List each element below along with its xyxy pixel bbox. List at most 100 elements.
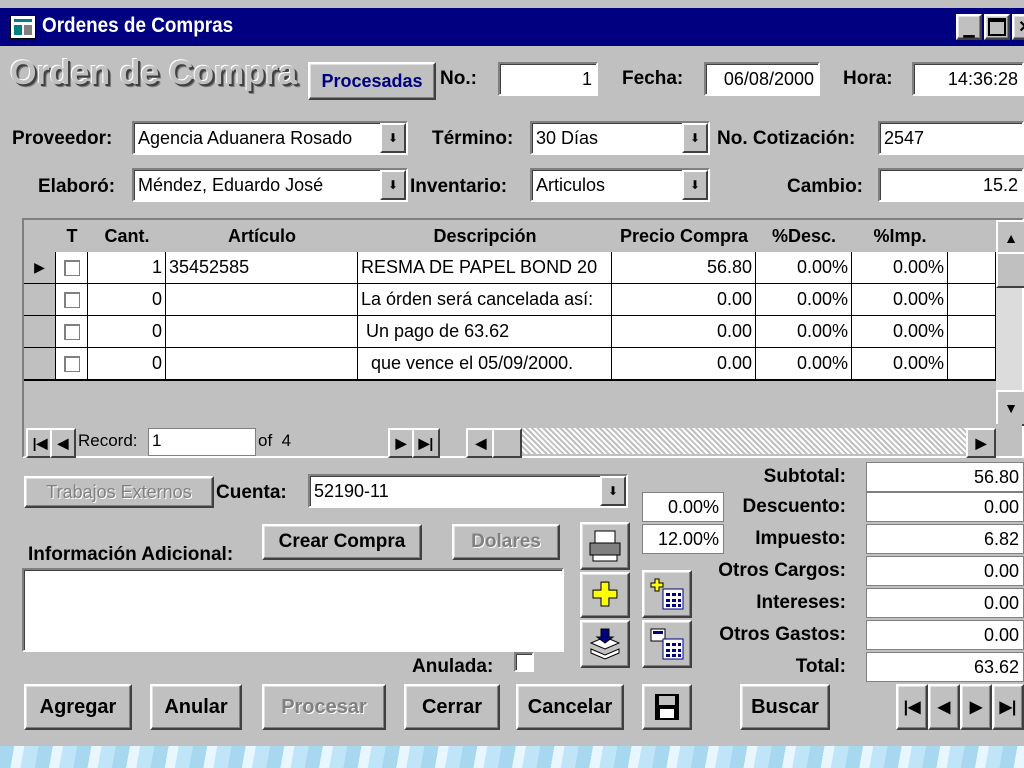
procesar-button[interactable]: Procesar xyxy=(262,684,386,730)
cambio-field[interactable]: 15.2 xyxy=(878,168,1024,202)
cell-cant[interactable]: 0 xyxy=(88,284,166,316)
row-checkbox[interactable] xyxy=(56,348,88,380)
import-button[interactable] xyxy=(580,620,630,668)
cotizacion-field[interactable]: 2547 xyxy=(878,121,1024,155)
dolares-button[interactable]: Dolares xyxy=(452,524,560,560)
cell-precio[interactable]: 56.80 xyxy=(612,252,756,284)
row-selector[interactable] xyxy=(24,316,56,348)
crear-compra-button[interactable]: Crear Compra xyxy=(262,524,422,560)
total-value-field[interactable]: 0.00 xyxy=(866,620,1024,650)
cuenta-combo[interactable]: 52190-11 ⬇ xyxy=(308,474,628,508)
minimize-button[interactable]: ▁ xyxy=(956,14,982,40)
col-header-precio[interactable]: Precio Compra xyxy=(612,220,756,252)
row-selector[interactable] xyxy=(24,348,56,380)
col-header-cant[interactable]: Cant. xyxy=(88,220,166,252)
anulada-checkbox[interactable] xyxy=(514,652,534,672)
inventario-combo[interactable]: Articulos ⬇ xyxy=(530,168,710,202)
cell-cant[interactable]: 0 xyxy=(88,316,166,348)
cell-imp[interactable]: 0.00% xyxy=(852,252,948,284)
cancelar-button[interactable]: Cancelar xyxy=(516,684,624,730)
cell-articulo[interactable]: 35452585 xyxy=(166,252,358,284)
last-form-record-button[interactable]: ▶| xyxy=(992,684,1024,730)
termino-combo[interactable]: 30 Días ⬇ xyxy=(530,121,710,155)
cell-extra[interactable] xyxy=(948,348,996,380)
total-value-field[interactable]: 63.62 xyxy=(866,652,1024,682)
cell-precio[interactable]: 0.00 xyxy=(612,348,756,380)
total-value-field[interactable]: 0.00 xyxy=(866,556,1024,586)
record-number-field[interactable]: 1 xyxy=(148,428,256,456)
buscar-button[interactable]: Buscar xyxy=(740,684,830,730)
no-field[interactable]: 1 xyxy=(498,62,598,96)
cell-cant[interactable]: 0 xyxy=(88,348,166,380)
cell-extra[interactable] xyxy=(948,284,996,316)
col-header-articulo[interactable]: Artículo xyxy=(166,220,358,252)
cell-precio[interactable]: 0.00 xyxy=(612,316,756,348)
hscroll-right-button[interactable]: ▶ xyxy=(966,428,996,458)
cell-descripcion[interactable]: que vence el 05/09/2000. xyxy=(358,348,612,380)
last-record-button[interactable]: ▶| xyxy=(412,428,440,458)
table-row[interactable]: ▶ 1 35452585 RESMA DE PAPEL BOND 20 56.80 0.0… xyxy=(24,252,996,284)
cell-descripcion[interactable]: Un pago de 63.62 xyxy=(358,316,612,348)
agregar-button[interactable]: Agregar xyxy=(24,684,132,730)
cell-imp[interactable]: 0.00% xyxy=(852,316,948,348)
row-checkbox-box[interactable] xyxy=(63,259,80,276)
cerrar-button[interactable]: Cerrar xyxy=(404,684,500,730)
col-header-imp[interactable]: %Imp. xyxy=(852,220,948,252)
row-checkbox[interactable] xyxy=(56,252,88,284)
scroll-down-button[interactable]: ▼ xyxy=(996,390,1024,426)
cell-extra[interactable] xyxy=(948,316,996,348)
cell-imp[interactable]: 0.00% xyxy=(852,284,948,316)
table-row[interactable]: 0 La órden será cancelada así: 0.00 0.00% 0.… xyxy=(24,284,996,316)
add-item-button[interactable]: ✚ xyxy=(580,572,630,618)
prev-record-button[interactable]: ◀ xyxy=(50,428,76,458)
table-row[interactable]: 0 que vence el 05/09/2000. 0.00 0.00% 0.00% xyxy=(24,348,996,380)
table-row[interactable]: 0 Un pago de 63.62 0.00 0.00% 0.00% xyxy=(24,316,996,348)
cell-precio[interactable]: 0.00 xyxy=(612,284,756,316)
cell-articulo[interactable] xyxy=(166,348,358,380)
add-calc-button[interactable] xyxy=(642,570,692,618)
elaboro-combo[interactable]: Méndez, Eduardo José ⬇ xyxy=(132,168,408,202)
items-grid[interactable]: T Cant. Artículo Descripción Precio Comp… xyxy=(22,218,1024,458)
total-value-field[interactable]: 6.82 xyxy=(866,524,1024,554)
elaboro-dropdown-button[interactable]: ⬇ xyxy=(380,170,406,200)
cell-desc[interactable]: 0.00% xyxy=(756,284,852,316)
row-checkbox-box[interactable] xyxy=(63,355,80,372)
total-value-field[interactable]: 0.00 xyxy=(866,588,1024,618)
close-button[interactable]: ✕ xyxy=(1012,14,1024,40)
calc-grid-button[interactable] xyxy=(642,620,692,668)
cell-articulo[interactable] xyxy=(166,284,358,316)
proveedor-combo[interactable]: Agencia Aduanera Rosado ⬇ xyxy=(132,121,408,155)
app-icon[interactable] xyxy=(10,15,36,39)
termino-dropdown-button[interactable]: ⬇ xyxy=(682,123,708,153)
cell-descripcion[interactable]: RESMA DE PAPEL BOND 20 xyxy=(358,252,612,284)
row-checkbox-box[interactable] xyxy=(63,323,80,340)
hscroll-thumb[interactable] xyxy=(492,428,522,458)
row-selector[interactable] xyxy=(24,284,56,316)
fecha-field[interactable]: 06/08/2000 xyxy=(704,62,820,96)
cell-extra[interactable] xyxy=(948,252,996,284)
cell-articulo[interactable] xyxy=(166,316,358,348)
total-value-field[interactable]: 56.80 xyxy=(866,462,1024,492)
col-header-desc[interactable]: %Desc. xyxy=(756,220,852,252)
info-adicional-textarea[interactable] xyxy=(22,568,564,652)
anular-button[interactable]: Anular xyxy=(150,684,242,730)
grid-hscrollbar[interactable]: ◀ ▶ xyxy=(466,428,996,458)
row-checkbox-box[interactable] xyxy=(63,291,80,308)
grid-vscrollbar[interactable]: ▲ ▼ xyxy=(996,220,1024,426)
proveedor-dropdown-button[interactable]: ⬇ xyxy=(380,123,406,153)
impuesto-pct-field[interactable]: 12.00% xyxy=(642,524,724,554)
hora-field[interactable]: 14:36:28 xyxy=(912,62,1024,96)
row-checkbox[interactable] xyxy=(56,284,88,316)
row-checkbox[interactable] xyxy=(56,316,88,348)
save-button[interactable] xyxy=(642,684,692,730)
print-button[interactable] xyxy=(580,522,630,570)
row-selector[interactable]: ▶ xyxy=(24,252,56,284)
cell-descripcion[interactable]: La órden será cancelada así: xyxy=(358,284,612,316)
cell-cant[interactable]: 1 xyxy=(88,252,166,284)
first-form-record-button[interactable]: |◀ xyxy=(896,684,928,730)
scroll-thumb[interactable] xyxy=(996,252,1024,288)
prev-form-record-button[interactable]: ◀ xyxy=(928,684,960,730)
col-header-t[interactable]: T xyxy=(56,220,88,252)
cell-desc[interactable]: 0.00% xyxy=(756,316,852,348)
scroll-up-button[interactable]: ▲ xyxy=(996,220,1024,256)
